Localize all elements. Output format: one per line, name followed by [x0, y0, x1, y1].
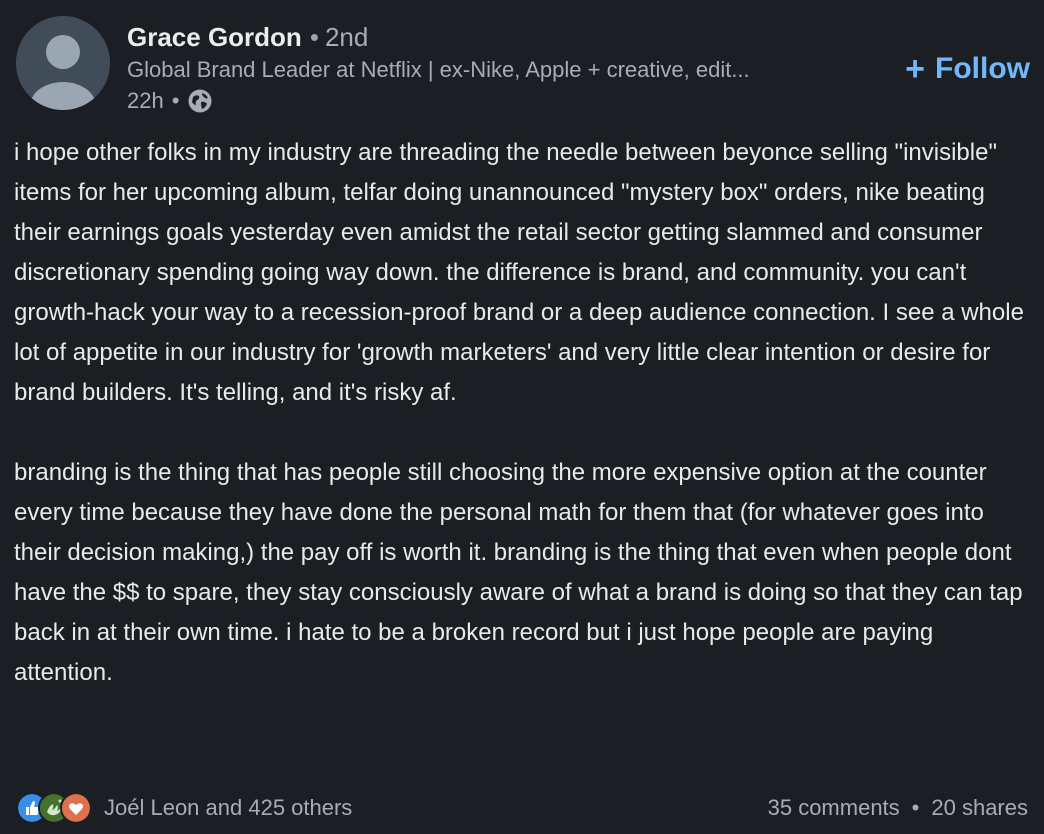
separator-dot: •	[309, 22, 319, 52]
follow-label: Follow	[935, 52, 1030, 85]
post-paragraph: branding is the thing that has people st…	[14, 459, 1023, 686]
shares-count[interactable]: 20 shares	[931, 795, 1028, 821]
reactions-text: Joél Leon and 425 others	[104, 795, 353, 820]
separator-dot: •	[171, 88, 180, 113]
follow-button[interactable]: + Follow	[905, 49, 1030, 89]
post-meta: 22h •	[127, 86, 213, 116]
separator-dot: •	[911, 795, 920, 820]
reaction-icons	[16, 792, 92, 824]
comments-count[interactable]: 35 comments	[768, 795, 900, 821]
post-paragraph: i hope other folks in my industry are th…	[14, 139, 1024, 406]
love-icon	[60, 792, 92, 824]
engagement-counts: 35 comments • 20 shares	[768, 790, 1028, 826]
plus-icon: +	[905, 50, 926, 88]
reactions-summary[interactable]: Joél Leon and 425 others	[16, 790, 352, 826]
social-counts: Joél Leon and 425 others 35 comments • 2…	[16, 790, 1028, 826]
feed-post: Grace Gordon • 2nd Global Brand Leader at …	[0, 0, 1044, 834]
connection-degree: 2nd	[324, 22, 369, 52]
post-time: 22h	[127, 88, 164, 113]
post-text: i hope other folks in my industry are th…	[14, 133, 1034, 693]
globe-icon	[187, 88, 213, 114]
author-name[interactable]: Grace Gordon	[127, 22, 302, 52]
author-headline: Global Brand Leader at Netflix | ex-Nike…	[127, 57, 750, 82]
author-avatar[interactable]	[16, 16, 110, 110]
author-name-row: Grace Gordon • 2nd	[127, 20, 368, 54]
avatar-placeholder-icon	[16, 16, 110, 110]
